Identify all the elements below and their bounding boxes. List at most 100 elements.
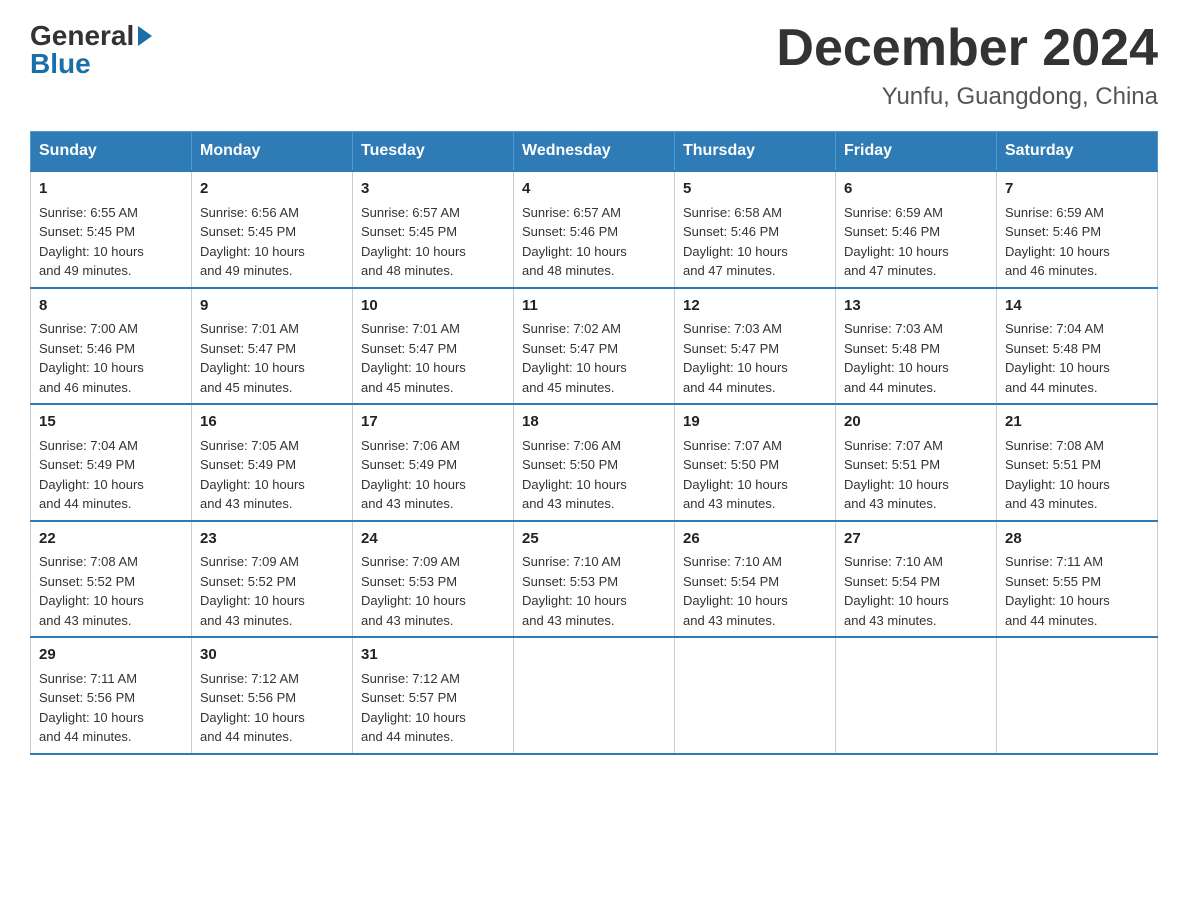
- cell-info: and 44 minutes.: [361, 727, 505, 747]
- cell-info: Sunset: 5:49 PM: [39, 455, 183, 475]
- cell-info: Daylight: 10 hours: [1005, 358, 1149, 378]
- calendar-cell: 28Sunrise: 7:11 AMSunset: 5:55 PMDayligh…: [997, 521, 1158, 638]
- logo-blue-text: Blue: [30, 48, 91, 80]
- cell-info: and 44 minutes.: [39, 727, 183, 747]
- cell-info: Daylight: 10 hours: [683, 242, 827, 262]
- cell-info: Sunset: 5:51 PM: [1005, 455, 1149, 475]
- calendar-cell: 4Sunrise: 6:57 AMSunset: 5:46 PMDaylight…: [514, 171, 675, 288]
- cell-info: and 44 minutes.: [1005, 611, 1149, 631]
- cell-info: Sunset: 5:50 PM: [683, 455, 827, 475]
- col-header-monday: Monday: [192, 132, 353, 172]
- calendar-cell: 30Sunrise: 7:12 AMSunset: 5:56 PMDayligh…: [192, 637, 353, 754]
- col-header-tuesday: Tuesday: [353, 132, 514, 172]
- cell-info: Sunset: 5:50 PM: [522, 455, 666, 475]
- cell-info: Sunrise: 7:03 AM: [844, 319, 988, 339]
- day-number: 11: [522, 295, 666, 318]
- calendar-subtitle: Yunfu, Guangdong, China: [776, 83, 1158, 111]
- calendar-cell: 3Sunrise: 6:57 AMSunset: 5:45 PMDaylight…: [353, 171, 514, 288]
- cell-info: and 48 minutes.: [361, 261, 505, 281]
- day-number: 23: [200, 528, 344, 551]
- cell-info: Sunrise: 7:10 AM: [522, 552, 666, 572]
- cell-info: Sunset: 5:45 PM: [200, 222, 344, 242]
- calendar-cell: 6Sunrise: 6:59 AMSunset: 5:46 PMDaylight…: [836, 171, 997, 288]
- day-number: 17: [361, 411, 505, 434]
- calendar-cell: 18Sunrise: 7:06 AMSunset: 5:50 PMDayligh…: [514, 404, 675, 521]
- day-number: 16: [200, 411, 344, 434]
- cell-info: Daylight: 10 hours: [1005, 591, 1149, 611]
- cell-info: Sunset: 5:52 PM: [39, 572, 183, 592]
- col-header-thursday: Thursday: [675, 132, 836, 172]
- cell-info: and 49 minutes.: [39, 261, 183, 281]
- cell-info: Daylight: 10 hours: [844, 242, 988, 262]
- cell-info: Daylight: 10 hours: [683, 475, 827, 495]
- cell-info: Sunrise: 7:07 AM: [683, 436, 827, 456]
- calendar-cell: 27Sunrise: 7:10 AMSunset: 5:54 PMDayligh…: [836, 521, 997, 638]
- cell-info: and 46 minutes.: [1005, 261, 1149, 281]
- cell-info: Daylight: 10 hours: [39, 708, 183, 728]
- cell-info: Sunset: 5:45 PM: [39, 222, 183, 242]
- cell-info: Daylight: 10 hours: [361, 591, 505, 611]
- cell-info: Sunset: 5:53 PM: [522, 572, 666, 592]
- cell-info: Daylight: 10 hours: [200, 358, 344, 378]
- cell-info: Sunrise: 7:10 AM: [844, 552, 988, 572]
- cell-info: Sunrise: 6:56 AM: [200, 203, 344, 223]
- page-header: General Blue December 2024 Yunfu, Guangd…: [30, 20, 1158, 111]
- logo: General Blue: [30, 20, 152, 80]
- cell-info: and 46 minutes.: [39, 378, 183, 398]
- cell-info: Sunset: 5:47 PM: [361, 339, 505, 359]
- cell-info: Sunrise: 7:06 AM: [361, 436, 505, 456]
- calendar-cell: 20Sunrise: 7:07 AMSunset: 5:51 PMDayligh…: [836, 404, 997, 521]
- cell-info: Sunrise: 7:03 AM: [683, 319, 827, 339]
- day-number: 26: [683, 528, 827, 551]
- cell-info: Sunrise: 7:01 AM: [200, 319, 344, 339]
- cell-info: Sunrise: 7:09 AM: [361, 552, 505, 572]
- cell-info: Sunset: 5:54 PM: [844, 572, 988, 592]
- calendar-cell: 16Sunrise: 7:05 AMSunset: 5:49 PMDayligh…: [192, 404, 353, 521]
- calendar-cell: [997, 637, 1158, 754]
- cell-info: Sunset: 5:48 PM: [844, 339, 988, 359]
- day-number: 22: [39, 528, 183, 551]
- cell-info: Daylight: 10 hours: [1005, 475, 1149, 495]
- cell-info: and 43 minutes.: [361, 611, 505, 631]
- cell-info: and 44 minutes.: [844, 378, 988, 398]
- cell-info: Sunset: 5:51 PM: [844, 455, 988, 475]
- calendar-cell: [514, 637, 675, 754]
- cell-info: Daylight: 10 hours: [361, 475, 505, 495]
- calendar-cell: 19Sunrise: 7:07 AMSunset: 5:50 PMDayligh…: [675, 404, 836, 521]
- cell-info: Sunrise: 7:00 AM: [39, 319, 183, 339]
- calendar-cell: 10Sunrise: 7:01 AMSunset: 5:47 PMDayligh…: [353, 288, 514, 405]
- day-number: 30: [200, 644, 344, 667]
- cell-info: and 43 minutes.: [1005, 494, 1149, 514]
- day-number: 18: [522, 411, 666, 434]
- cell-info: Daylight: 10 hours: [522, 358, 666, 378]
- cell-info: and 43 minutes.: [844, 494, 988, 514]
- cell-info: Sunset: 5:49 PM: [200, 455, 344, 475]
- cell-info: Sunset: 5:57 PM: [361, 688, 505, 708]
- cell-info: Sunset: 5:54 PM: [683, 572, 827, 592]
- cell-info: Sunrise: 7:05 AM: [200, 436, 344, 456]
- day-number: 6: [844, 178, 988, 201]
- cell-info: and 47 minutes.: [844, 261, 988, 281]
- week-row-3: 15Sunrise: 7:04 AMSunset: 5:49 PMDayligh…: [31, 404, 1158, 521]
- day-number: 24: [361, 528, 505, 551]
- col-header-sunday: Sunday: [31, 132, 192, 172]
- calendar-cell: 13Sunrise: 7:03 AMSunset: 5:48 PMDayligh…: [836, 288, 997, 405]
- cell-info: Sunrise: 7:12 AM: [361, 669, 505, 689]
- cell-info: and 43 minutes.: [200, 611, 344, 631]
- cell-info: Daylight: 10 hours: [39, 591, 183, 611]
- cell-info: and 43 minutes.: [522, 494, 666, 514]
- cell-info: Sunrise: 7:08 AM: [39, 552, 183, 572]
- cell-info: Sunrise: 7:02 AM: [522, 319, 666, 339]
- calendar-cell: 14Sunrise: 7:04 AMSunset: 5:48 PMDayligh…: [997, 288, 1158, 405]
- cell-info: and 43 minutes.: [39, 611, 183, 631]
- cell-info: and 43 minutes.: [522, 611, 666, 631]
- cell-info: Sunset: 5:45 PM: [361, 222, 505, 242]
- day-number: 5: [683, 178, 827, 201]
- cell-info: Daylight: 10 hours: [844, 591, 988, 611]
- cell-info: Daylight: 10 hours: [361, 358, 505, 378]
- col-header-friday: Friday: [836, 132, 997, 172]
- calendar-cell: 31Sunrise: 7:12 AMSunset: 5:57 PMDayligh…: [353, 637, 514, 754]
- cell-info: Sunset: 5:48 PM: [1005, 339, 1149, 359]
- cell-info: and 45 minutes.: [200, 378, 344, 398]
- cell-info: Sunrise: 7:04 AM: [1005, 319, 1149, 339]
